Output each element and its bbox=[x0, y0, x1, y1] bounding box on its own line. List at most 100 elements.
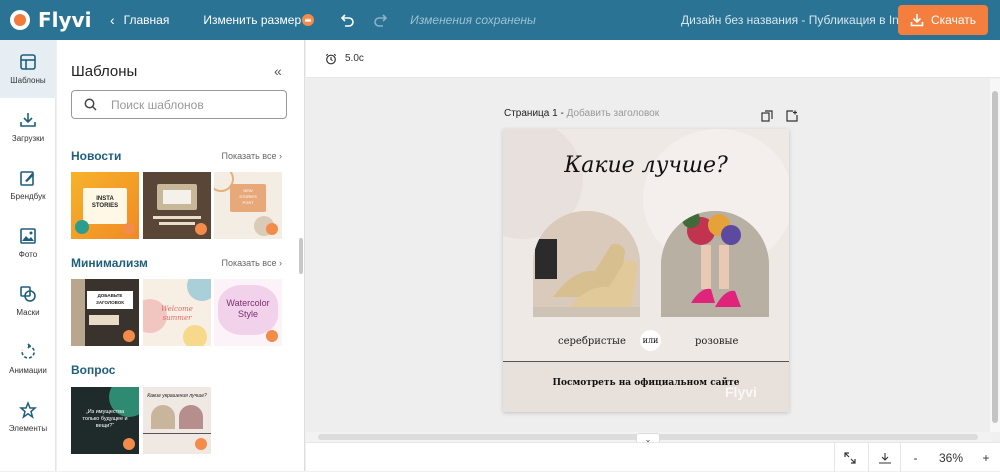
tool-rail: Шаблоны Загрузки Брендбук Фото Маски Ани… bbox=[0, 40, 56, 471]
template-thumbnail[interactable]: Welcome summer bbox=[143, 279, 211, 346]
redo-button[interactable] bbox=[372, 11, 390, 29]
section-title: Вопрос bbox=[71, 363, 116, 377]
canvas-area: Страница 1 - Добавить заголовок Какие лу… bbox=[306, 79, 990, 432]
template-thumbnail[interactable]: Watercolor Style bbox=[214, 279, 282, 346]
crown-icon bbox=[195, 438, 207, 450]
rail-label: Элементы bbox=[8, 424, 48, 433]
download-button[interactable]: Скачать bbox=[898, 5, 988, 35]
scrollbar-thumb[interactable] bbox=[992, 91, 998, 423]
photo-icon bbox=[20, 228, 36, 244]
add-page-icon[interactable] bbox=[786, 109, 798, 122]
bottom-bar: - 36% + bbox=[306, 442, 1000, 472]
duplicate-page-icon[interactable] bbox=[761, 109, 773, 122]
chevron-left-icon: ‹ bbox=[110, 12, 115, 28]
show-all-link[interactable]: Показать все › bbox=[222, 151, 282, 161]
crown-icon bbox=[195, 223, 207, 235]
zoom-in-button[interactable]: + bbox=[972, 443, 1000, 472]
undo-button[interactable] bbox=[338, 11, 356, 29]
templates-panel: Шаблоны « Новости Показать все › INSTA S… bbox=[57, 40, 305, 471]
zoom-level[interactable]: 36% bbox=[930, 443, 972, 472]
or-badge[interactable]: или bbox=[640, 330, 661, 351]
template-thumbnail[interactable]: INSTA STORIES bbox=[71, 172, 139, 239]
option-right[interactable]: розовые bbox=[695, 336, 738, 347]
rail-item-elements[interactable]: Элементы bbox=[0, 388, 56, 446]
crown-icon bbox=[123, 223, 135, 235]
rail-label: Брендбук bbox=[10, 192, 46, 201]
save-status: Изменения сохранены bbox=[410, 13, 536, 27]
crown-icon bbox=[266, 330, 278, 342]
template-thumbnail[interactable]: „Из имущества только будущее и вещи?“ bbox=[71, 387, 139, 454]
template-thumbnail[interactable]: Какие украшения лучше? bbox=[143, 387, 211, 454]
logo-icon bbox=[10, 10, 30, 30]
rail-label: Шаблоны bbox=[10, 76, 46, 85]
poster-headline[interactable]: Какие лучше? bbox=[503, 153, 789, 178]
logo[interactable]: Flyvi bbox=[10, 8, 102, 32]
star-icon bbox=[19, 401, 37, 419]
duration-control[interactable]: 5.0с bbox=[325, 53, 364, 65]
fullscreen-icon bbox=[843, 451, 856, 464]
rail-item-animations[interactable]: Анимации bbox=[0, 330, 56, 388]
top-bar: Flyvi ‹ Главная Изменить размер Изменени… bbox=[0, 0, 1000, 40]
section-title: Минимализм bbox=[71, 256, 148, 270]
page-title: Страница 1 - Добавить заголовок bbox=[504, 108, 659, 119]
redo-icon bbox=[374, 14, 388, 27]
add-title-link[interactable]: Добавить заголовок bbox=[567, 108, 660, 119]
download-label: Скачать bbox=[931, 13, 976, 27]
rail-item-masks[interactable]: Маски bbox=[0, 272, 56, 330]
rail-label: Загрузки bbox=[11, 134, 45, 143]
panel-scrollbar[interactable] bbox=[299, 238, 303, 274]
rail-item-templates[interactable]: Шаблоны bbox=[0, 40, 56, 98]
crown-icon bbox=[123, 438, 135, 450]
logo-text: Flyvi bbox=[38, 8, 92, 32]
watermark: Flyvi bbox=[725, 384, 757, 400]
duration-value: 5.0с bbox=[345, 53, 364, 64]
page-number-label: Страница 1 - bbox=[504, 108, 564, 119]
design-page[interactable]: Какие лучше? серебристые или розовые Пос… bbox=[503, 129, 789, 412]
resize-label: Изменить размер bbox=[203, 13, 302, 27]
show-all-link[interactable]: Показать все › bbox=[222, 258, 282, 268]
section-header-news: Новости Показать все › bbox=[71, 149, 282, 163]
workspace-toolbar: 5.0с bbox=[306, 40, 1000, 78]
panel-title: Шаблоны bbox=[71, 63, 138, 80]
fullscreen-button[interactable] bbox=[834, 443, 864, 472]
rail-item-photo[interactable]: Фото bbox=[0, 214, 56, 272]
rail-item-uploads[interactable]: Загрузки bbox=[0, 98, 56, 156]
brandbook-icon bbox=[20, 171, 34, 186]
masks-icon bbox=[20, 286, 36, 302]
page-actions bbox=[748, 109, 798, 122]
section-title: Новости bbox=[71, 149, 122, 163]
rail-label: Фото bbox=[18, 250, 38, 259]
zoom-out-button[interactable]: - bbox=[900, 443, 930, 472]
crown-icon bbox=[266, 223, 278, 235]
home-label: Главная bbox=[123, 13, 170, 27]
photo-silver-shoes[interactable] bbox=[533, 211, 640, 317]
section-header-question: Вопрос bbox=[71, 363, 282, 377]
option-left[interactable]: серебристые bbox=[558, 336, 626, 347]
horizontal-scrollbar[interactable]: ⌄ bbox=[306, 432, 990, 445]
crown-icon bbox=[302, 14, 315, 26]
template-thumbnail[interactable]: ДОБАВЬТЕ ЗАГОЛОВОК bbox=[71, 279, 139, 346]
rail-item-brandbook[interactable]: Брендбук bbox=[0, 156, 56, 214]
fit-to-screen-button[interactable] bbox=[868, 443, 900, 472]
home-link[interactable]: ‹ Главная bbox=[110, 12, 169, 28]
upload-icon bbox=[20, 113, 36, 127]
template-search bbox=[71, 90, 287, 119]
photo-pink-shoes[interactable] bbox=[661, 211, 769, 317]
animation-icon bbox=[21, 343, 35, 359]
resize-button[interactable]: Изменить размер bbox=[203, 13, 315, 27]
template-thumbnail[interactable] bbox=[143, 172, 211, 239]
search-icon bbox=[84, 98, 97, 111]
crown-icon bbox=[123, 330, 135, 342]
search-input[interactable] bbox=[111, 97, 271, 112]
template-thumbnail[interactable]: NEW STORIES POST bbox=[214, 172, 282, 239]
layout-icon bbox=[20, 54, 36, 70]
rail-label: Анимации bbox=[9, 366, 47, 375]
rail-label: Маски bbox=[16, 308, 40, 317]
undo-icon bbox=[341, 14, 354, 27]
vertical-scrollbar[interactable] bbox=[990, 79, 1000, 432]
collapse-panel-icon[interactable]: « bbox=[274, 63, 282, 79]
document-title[interactable]: Дизайн без названия - Публикация в In... bbox=[681, 13, 909, 27]
download-icon bbox=[910, 14, 924, 27]
fit-width-icon bbox=[878, 452, 891, 464]
alarm-clock-icon bbox=[325, 53, 337, 64]
